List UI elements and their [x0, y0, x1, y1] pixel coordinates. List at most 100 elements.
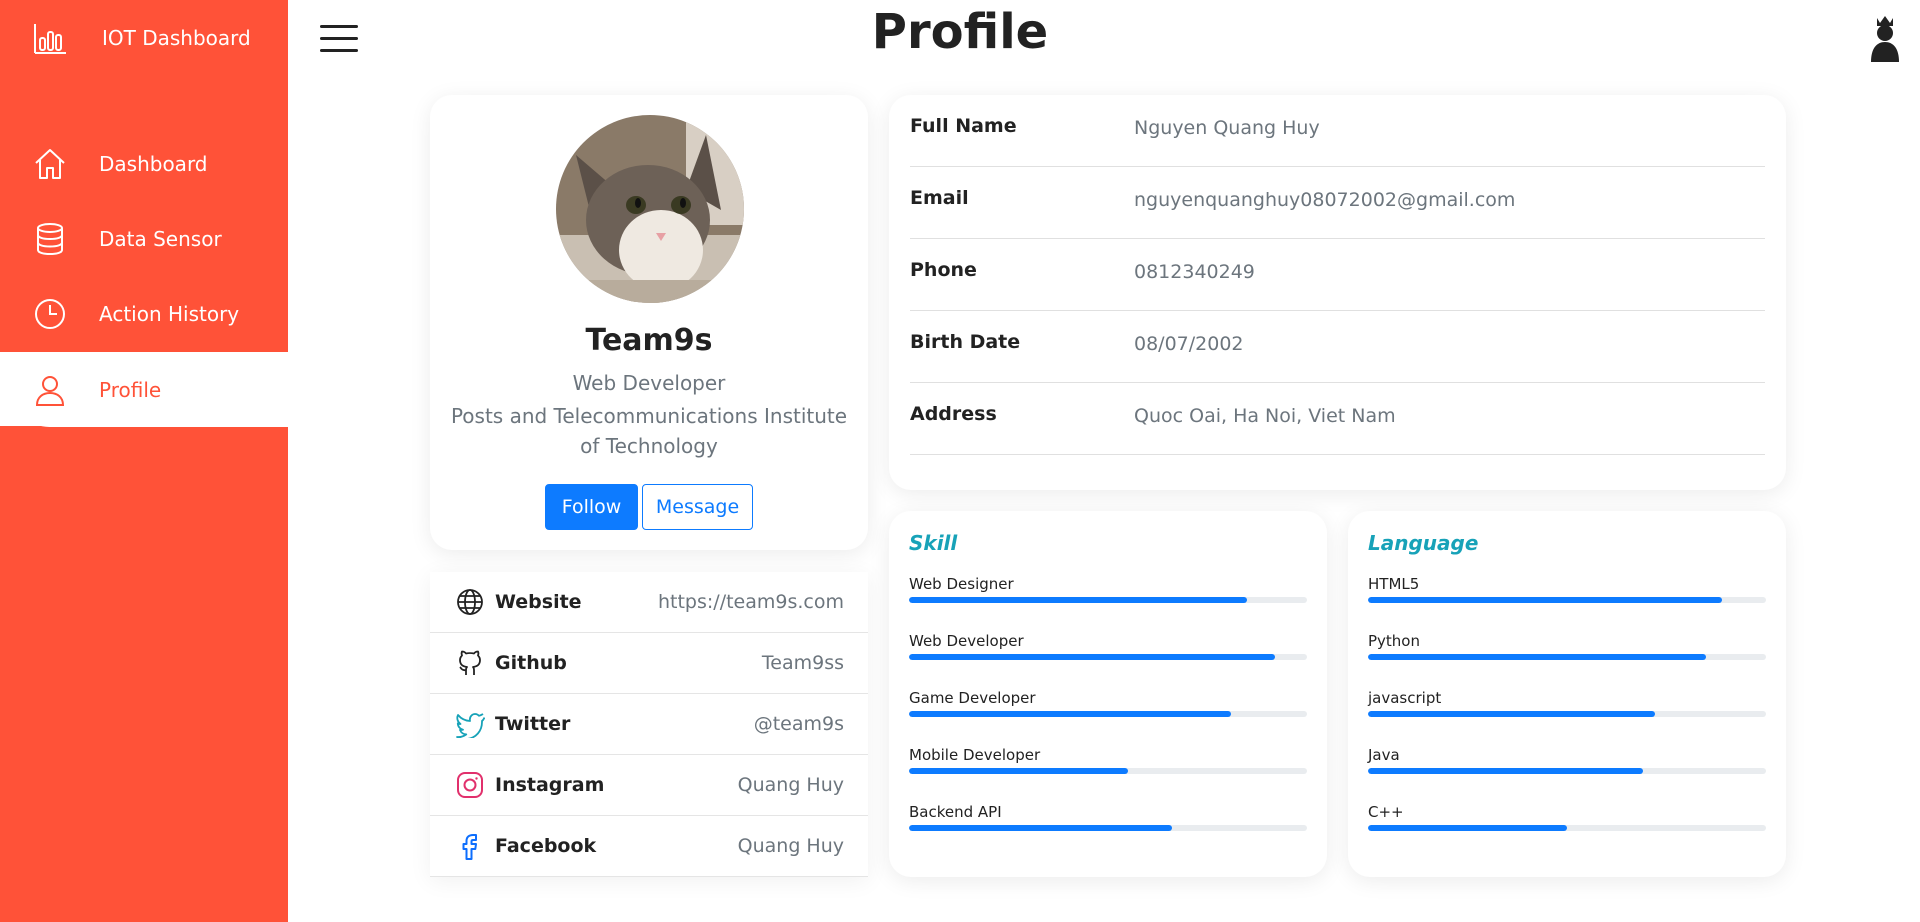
- bar-chart-icon: [34, 24, 66, 54]
- clock-icon: [33, 297, 67, 331]
- progress-item: javascript: [1368, 689, 1766, 729]
- globe-icon: [455, 587, 485, 617]
- progress-fill: [1368, 768, 1643, 774]
- github-icon: [455, 648, 485, 678]
- social-value[interactable]: https://team9s.com: [658, 591, 844, 613]
- detail-label: Email: [910, 187, 969, 209]
- sidebar-item-label: Dashboard: [99, 151, 208, 176]
- progress-item: Mobile Developer: [909, 746, 1307, 786]
- detail-row-address: Address Quoc Oai, Ha Noi, Viet Nam: [910, 383, 1765, 455]
- progress-item: Web Designer: [909, 575, 1307, 615]
- page-title-wrap: Profile: [0, 4, 1920, 60]
- home-icon: [33, 147, 67, 181]
- progress-item: C++: [1368, 803, 1766, 843]
- progress-fill: [1368, 597, 1723, 603]
- facebook-icon: [455, 831, 485, 861]
- user-icon: [33, 373, 67, 407]
- progress-track: [1368, 768, 1766, 774]
- social-row-facebook[interactable]: Facebook Quang Huy: [430, 816, 868, 877]
- progress-item: Python: [1368, 632, 1766, 672]
- social-value[interactable]: Quang Huy: [738, 774, 844, 796]
- social-label: Instagram: [495, 774, 605, 796]
- social-row-website[interactable]: Website https://team9s.com: [430, 572, 868, 633]
- progress-track: [1368, 825, 1766, 831]
- detail-row-phone: Phone 0812340249: [910, 239, 1765, 311]
- progress-item: HTML5: [1368, 575, 1766, 615]
- sidebar-item-data-sensor[interactable]: Data Sensor: [0, 201, 288, 276]
- avatar: [556, 115, 744, 303]
- profile-card: Team9s Web Developer Posts and Telecommu…: [430, 95, 868, 550]
- progress-label: javascript: [1368, 689, 1442, 707]
- sidebar-item-profile[interactable]: Profile: [12, 352, 288, 427]
- sidebar-item-label: Data Sensor: [99, 226, 222, 251]
- progress-label: Game Developer: [909, 689, 1036, 707]
- user-avatar-icon[interactable]: [1868, 14, 1902, 64]
- progress-track: [909, 825, 1307, 831]
- social-label: Twitter: [495, 713, 571, 735]
- progress-label: Java: [1368, 746, 1400, 764]
- detail-row-full-name: Full Name Nguyen Quang Huy: [910, 95, 1765, 167]
- progress-label: Web Designer: [909, 575, 1014, 593]
- social-value[interactable]: Quang Huy: [738, 835, 844, 857]
- brand[interactable]: IOT Dashboard: [32, 18, 251, 58]
- database-icon: [33, 222, 67, 256]
- progress-fill: [909, 597, 1248, 603]
- skill-card: Skill Web Designer Web Developer Game Deve…: [889, 511, 1327, 877]
- sidebar: IOT Dashboard Dashboard Data Sensor Acti…: [0, 0, 288, 922]
- sidebar-item-dashboard[interactable]: Dashboard: [0, 126, 288, 201]
- language-title: Language: [1368, 531, 1479, 555]
- social-row-twitter[interactable]: Twitter @team9s: [430, 694, 868, 755]
- progress-track: [909, 597, 1307, 603]
- social-label: Github: [495, 652, 567, 674]
- detail-label: Address: [910, 403, 997, 425]
- progress-track: [1368, 654, 1766, 660]
- progress-fill: [1368, 711, 1655, 717]
- progress-fill: [909, 768, 1128, 774]
- social-value[interactable]: Team9ss: [762, 652, 844, 674]
- detail-value: nguyenquanghuy08072002@gmail.com: [1134, 189, 1516, 211]
- detail-row-email: Email nguyenquanghuy08072002@gmail.com: [910, 167, 1765, 239]
- social-row-instagram[interactable]: Instagram Quang Huy: [430, 755, 868, 816]
- detail-value: 08/07/2002: [1134, 333, 1244, 355]
- instagram-icon: [455, 770, 485, 800]
- progress-item: Web Developer: [909, 632, 1307, 672]
- profile-organization: Posts and Telecommunications Institute o…: [450, 404, 848, 458]
- detail-value: 0812340249: [1134, 261, 1255, 283]
- sidebar-item-label: Profile: [99, 377, 162, 402]
- progress-label: Web Developer: [909, 632, 1024, 650]
- follow-button[interactable]: Follow: [545, 484, 638, 530]
- detail-value: Quoc Oai, Ha Noi, Viet Nam: [1134, 405, 1396, 427]
- page-title: Profile: [871, 4, 1049, 60]
- progress-label: Python: [1368, 632, 1420, 650]
- sidebar-item-label: Action History: [99, 301, 240, 326]
- progress-fill: [1368, 825, 1567, 831]
- progress-fill: [909, 654, 1276, 660]
- social-label: Facebook: [495, 835, 597, 857]
- progress-label: Backend API: [909, 803, 1002, 821]
- progress-label: Mobile Developer: [909, 746, 1041, 764]
- detail-label: Birth Date: [910, 331, 1021, 353]
- message-button[interactable]: Message: [642, 484, 753, 530]
- sidebar-curve: [0, 426, 288, 456]
- profile-details-card: Full Name Nguyen Quang Huy Email nguyenq…: [889, 95, 1786, 490]
- social-value[interactable]: @team9s: [754, 713, 844, 735]
- progress-track: [1368, 597, 1766, 603]
- progress-track: [909, 768, 1307, 774]
- progress-label: C++: [1368, 803, 1404, 821]
- detail-row-birth-date: Birth Date 08/07/2002: [910, 311, 1765, 383]
- social-links-card: Website https://team9s.com Github Team9s…: [430, 572, 868, 877]
- twitter-icon: [455, 709, 485, 739]
- skill-title: Skill: [909, 531, 958, 555]
- sidebar-item-action-history[interactable]: Action History: [0, 276, 288, 351]
- progress-item: Java: [1368, 746, 1766, 786]
- cat-photo: [556, 115, 744, 303]
- detail-value: Nguyen Quang Huy: [1134, 117, 1320, 139]
- social-row-github[interactable]: Github Team9ss: [430, 633, 868, 694]
- menu-toggle-icon[interactable]: [320, 25, 358, 53]
- progress-item: Backend API: [909, 803, 1307, 843]
- profile-role: Web Developer: [572, 371, 726, 395]
- profile-name: Team9s: [585, 323, 713, 358]
- progress-track: [909, 654, 1307, 660]
- detail-label: Phone: [910, 259, 977, 281]
- detail-label: Full Name: [910, 115, 1017, 137]
